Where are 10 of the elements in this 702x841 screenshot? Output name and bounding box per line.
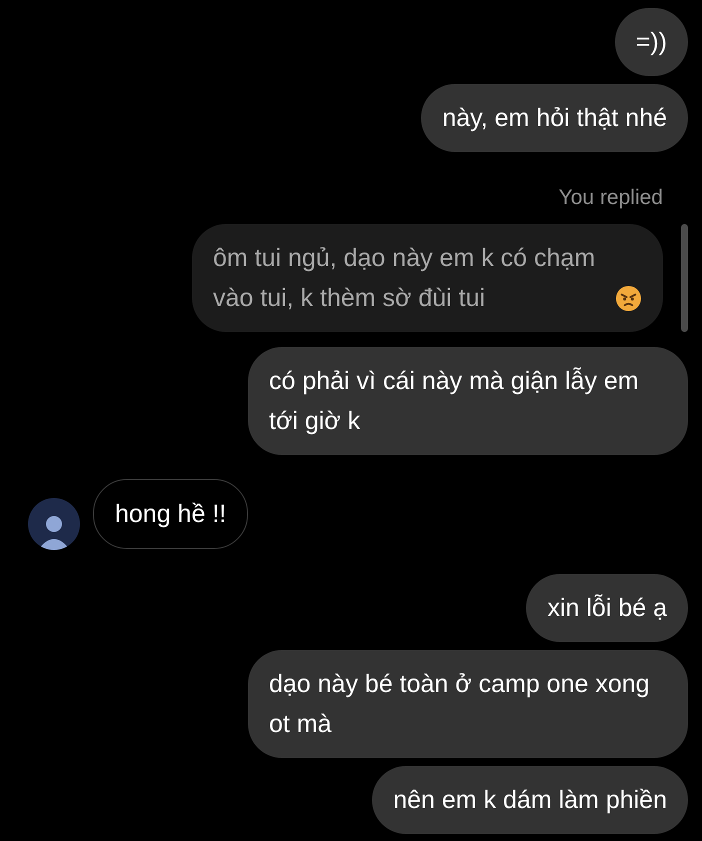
message-bubble: xin lỗi bé ạ [526,574,688,642]
message-bubble: dạo này bé toàn ở camp one xong ot mà [248,650,688,758]
message-bubble: nên em k dám làm phiền [372,766,688,834]
avatar [28,498,80,550]
message-bubble: hong hề !! [93,478,248,548]
message-bubble: có phải vì cái này mà giận lẫy em tới giờ k [248,346,688,454]
message-bubble: =)) [614,8,688,76]
message-bubble: này, em hỏi thật nhé [421,84,688,152]
quoted-message-text: ôm tui ngủ, dạo này em k có chạm vào tui, k thèm sờ đùi tui [213,242,596,314]
reply-label: You replied [558,185,663,211]
